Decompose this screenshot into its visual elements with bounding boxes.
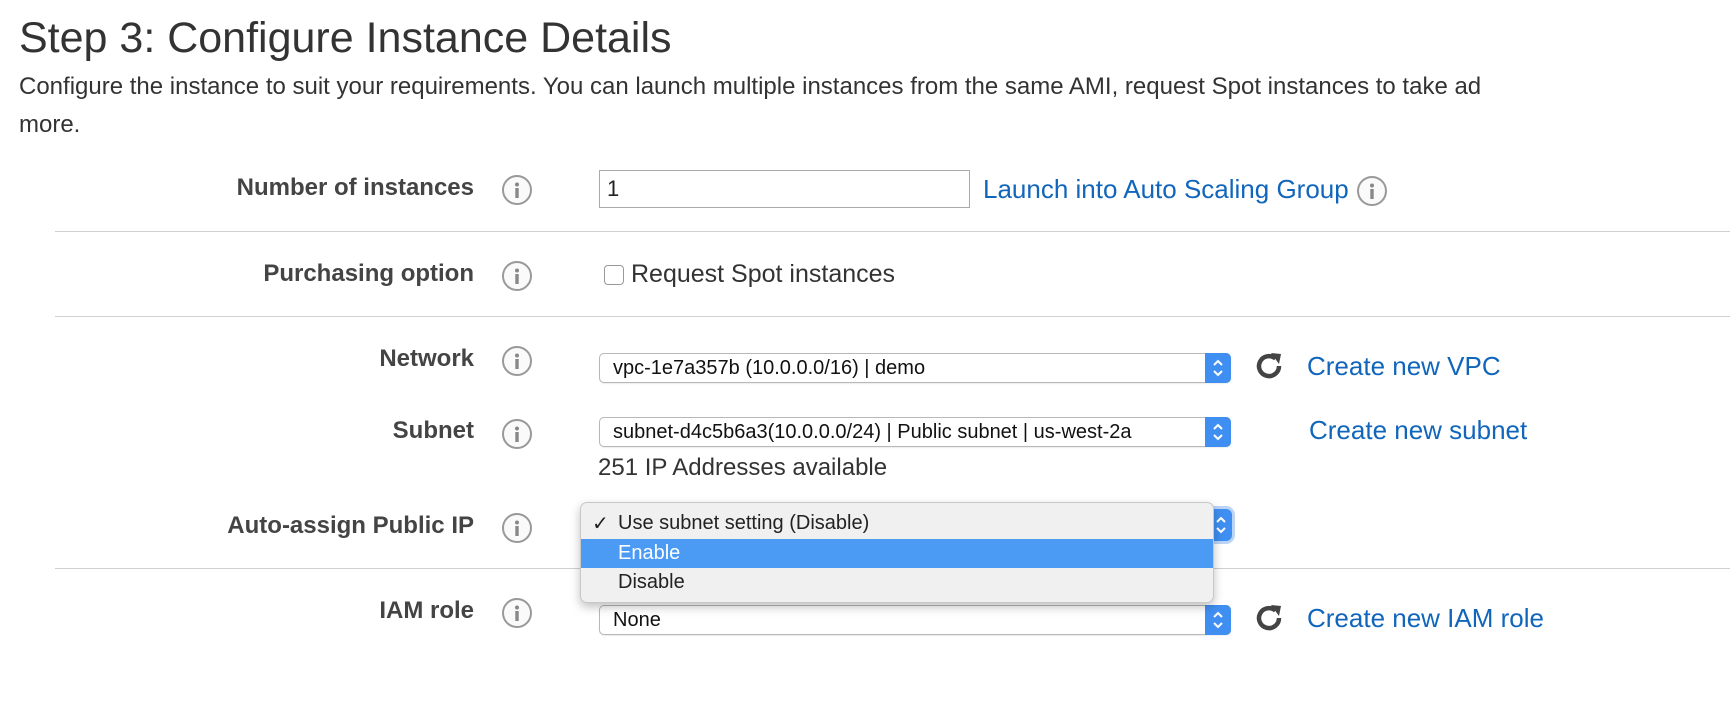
dropdown-option-label: Use subnet setting (Disable) [618,512,870,534]
checkmark-icon: ✓ [592,513,609,535]
subnet-select[interactable]: subnet-d4c5b6a3(10.0.0.0/24) | Public su… [599,417,1231,447]
select-arrows-icon [1205,353,1231,383]
dropdown-option-disable[interactable]: Disable [581,568,1213,597]
dropdown-option-label: Enable [618,542,681,564]
subnet-select-value: subnet-d4c5b6a3(10.0.0.0/24) | Public su… [613,421,1132,443]
select-arrows-icon [1205,605,1231,635]
page-title: Step 3: Configure Instance Details [19,14,672,62]
dropdown-option-enable[interactable]: Enable [581,539,1213,568]
network-label: Network [379,345,474,372]
description-line-1: Configure the instance to suit your requ… [19,73,1482,100]
select-arrows-icon [1205,417,1231,447]
auto-assign-public-ip-dropdown[interactable]: ✓ Use subnet setting (Disable) Enable Di… [580,502,1214,603]
refresh-icon[interactable] [1252,349,1286,383]
number-of-instances-label: Number of instances [236,174,474,201]
create-new-subnet-link[interactable]: Create new subnet [1309,415,1527,446]
create-new-iam-role-link[interactable]: Create new IAM role [1307,603,1544,634]
info-icon[interactable] [502,175,532,205]
iam-role-label: IAM role [379,597,474,624]
request-spot-checkbox[interactable] [604,265,624,285]
divider [55,231,1730,232]
number-of-instances-input[interactable] [599,170,970,208]
page-description: Configure the instance to suit your requ… [19,68,1719,144]
launch-auto-scaling-link[interactable]: Launch into Auto Scaling Group [983,174,1349,205]
refresh-icon[interactable] [1252,601,1286,635]
subnet-label: Subnet [392,417,474,444]
ip-availability-text: 251 IP Addresses available [598,454,888,481]
dropdown-option-label: Disable [618,571,685,593]
auto-assign-public-ip-label: Auto-assign Public IP [227,512,474,539]
info-icon[interactable] [502,513,532,543]
request-spot-label[interactable]: Request Spot instances [631,260,895,289]
info-icon[interactable] [502,261,532,291]
description-line-2: more. [19,111,81,138]
create-new-vpc-link[interactable]: Create new VPC [1307,351,1501,382]
info-icon[interactable] [1357,176,1387,206]
info-icon[interactable] [502,598,532,628]
dropdown-option-use-subnet-setting[interactable]: ✓ Use subnet setting (Disable) [581,509,1213,538]
iam-role-select-value: None [613,609,661,631]
network-select-value: vpc-1e7a357b (10.0.0.0/16) | demo [613,357,926,379]
purchasing-option-label: Purchasing option [263,260,474,287]
iam-role-select[interactable]: None [599,605,1231,635]
network-select[interactable]: vpc-1e7a357b (10.0.0.0/16) | demo [599,353,1231,383]
info-icon[interactable] [502,419,532,449]
info-icon[interactable] [502,346,532,376]
divider [55,316,1730,317]
